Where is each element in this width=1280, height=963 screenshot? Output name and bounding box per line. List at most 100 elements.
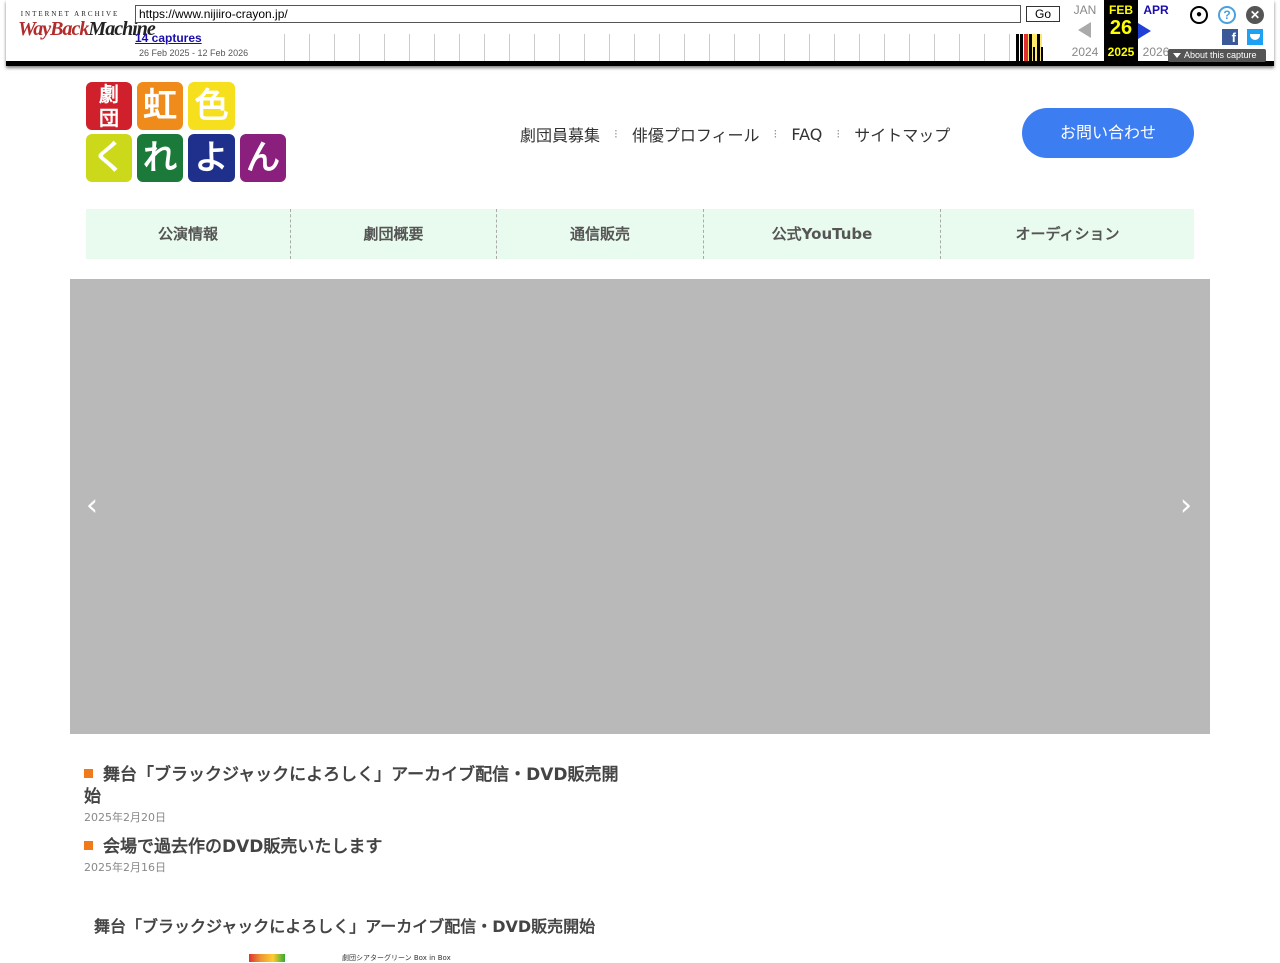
- gnav-performances[interactable]: 公演情報: [86, 209, 291, 259]
- gnav-about[interactable]: 劇団概要: [291, 209, 497, 259]
- sparkline-column: [609, 34, 634, 61]
- article-thumbnail[interactable]: [249, 954, 285, 962]
- sparkline-column: [934, 34, 959, 61]
- prev-month-label: JAN: [1073, 3, 1097, 17]
- logo-tile-yellow: 色: [188, 82, 235, 130]
- sparkline-column: [784, 34, 809, 61]
- global-nav: 公演情報 劇団概要 通信販売 公式YouTube オーディション: [86, 209, 1194, 259]
- news-title: 会場で過去作のDVD販売いたします: [84, 836, 624, 858]
- news-bullet-icon: [84, 769, 93, 778]
- sparkline-column: [309, 34, 334, 61]
- sparkline-column: [584, 34, 609, 61]
- sparkline-capture-bar: [1024, 34, 1028, 61]
- sparkline-column: [434, 34, 459, 61]
- news-title: 舞台「ブラックジャックによろしく」アーカイブ配信・DVD販売開始: [84, 764, 624, 808]
- wayback-go-button[interactable]: Go: [1026, 6, 1060, 22]
- logo-char-1: 劇: [99, 82, 119, 106]
- logo-tile-lime: く: [86, 134, 132, 182]
- twitter-icon[interactable]: [1247, 29, 1263, 45]
- top-nav-faq[interactable]: FAQ: [791, 125, 822, 144]
- sparkline-column: [559, 34, 584, 61]
- current-year-label: 2025: [1107, 45, 1135, 59]
- news-item[interactable]: 会場で過去作のDVD販売いたします 2025年2月16日: [84, 836, 624, 875]
- wayback-sparkline[interactable]: [284, 34, 1059, 61]
- sparkline-column: [284, 34, 309, 61]
- wayback-logo-way: WayBack: [18, 18, 89, 40]
- wayback-captures-link[interactable]: 14 captures: [135, 31, 202, 45]
- wayback-toolbar: INTERNET ARCHIVE WayBackMachine https://…: [6, 0, 1274, 66]
- sparkline-column: [459, 34, 484, 61]
- facebook-icon[interactable]: f: [1222, 29, 1238, 45]
- sparkline-column: [484, 34, 509, 61]
- close-icon[interactable]: ✕: [1246, 6, 1264, 24]
- user-icon[interactable]: ●: [1190, 6, 1208, 24]
- top-nav: 劇団員募集 ⁝ 俳優プロフィール ⁝ FAQ ⁝ サイトマップ: [520, 122, 950, 146]
- slider-next-icon[interactable]: ›: [1180, 491, 1192, 521]
- help-icon[interactable]: ?: [1218, 6, 1236, 24]
- sparkline-column: [759, 34, 784, 61]
- logo-tile-green: れ: [137, 134, 183, 182]
- news-item[interactable]: 舞台「ブラックジャックによろしく」アーカイブ配信・DVD販売開始 2025年2月…: [84, 764, 624, 825]
- top-nav-separator: ⁝: [773, 127, 778, 141]
- logo-tile-purple: ん: [240, 134, 286, 182]
- about-capture-button[interactable]: About this capture: [1168, 49, 1266, 62]
- sparkline-column: [534, 34, 559, 61]
- gnav-shop[interactable]: 通信販売: [497, 209, 704, 259]
- site-logo[interactable]: 劇団 虹 色 く れ よ ん: [86, 82, 286, 182]
- wayback-url-input[interactable]: https://www.nijiiro-crayon.jp/: [135, 5, 1021, 23]
- sparkline-column: [809, 34, 834, 61]
- article-thumbnail-caption: 劇団シアターグリーン Box in Box: [342, 954, 451, 962]
- contact-button[interactable]: お問い合わせ: [1022, 108, 1194, 158]
- top-nav-separator: ⁝: [836, 127, 841, 141]
- next-month-label: APR: [1143, 3, 1169, 17]
- news-title-text: 舞台「ブラックジャックによろしく」アーカイブ配信・DVD販売開始: [84, 765, 619, 807]
- news-date: 2025年2月16日: [84, 861, 166, 874]
- current-day-label: 26: [1109, 17, 1133, 39]
- sparkline-capture-bar: [1041, 47, 1043, 61]
- prev-month[interactable]: JAN 2024: [1068, 0, 1102, 62]
- article-title[interactable]: 舞台「ブラックジャックによろしく」アーカイブ配信・DVD販売開始: [94, 913, 595, 937]
- sparkline-capture-bar: [1020, 34, 1023, 61]
- logo-tile-orange: 虹: [137, 82, 183, 130]
- sparkline-column: [659, 34, 684, 61]
- current-month: FEB 26 2025: [1104, 0, 1138, 62]
- sparkline-column: [384, 34, 409, 61]
- wayback-date-range: 26 Feb 2025 - 12 Feb 2026: [139, 48, 249, 58]
- prev-year-label: 2024: [1071, 45, 1099, 59]
- top-nav-recruit[interactable]: 劇団員募集: [520, 122, 600, 146]
- sparkline-column: [859, 34, 884, 61]
- wayback-logo-top: INTERNET ARCHIVE: [20, 10, 120, 18]
- sparkline-column: [409, 34, 434, 61]
- sparkline-capture-bar: [1033, 47, 1035, 61]
- slider-prev-icon[interactable]: ‹: [86, 491, 98, 521]
- top-nav-sitemap[interactable]: サイトマップ: [854, 122, 950, 146]
- gnav-audition[interactable]: オーディション: [941, 209, 1194, 259]
- hero-slider: ‹ ›: [70, 279, 1210, 734]
- sparkline-capture-bar: [1016, 34, 1019, 61]
- wayback-logo[interactable]: INTERNET ARCHIVE WayBackMachine: [18, 10, 156, 40]
- news-bullet-icon: [84, 841, 93, 850]
- sparkline-capture-bar: [1037, 34, 1040, 61]
- sparkline-column: [909, 34, 934, 61]
- top-nav-profiles[interactable]: 俳優プロフィール: [632, 122, 760, 146]
- sparkline-column: [684, 34, 709, 61]
- wayback-month-nav: JAN 2024 FEB 26 2025 APR 2026: [1060, 0, 1180, 62]
- logo-char-2: 団: [99, 106, 119, 130]
- sparkline-column: [984, 34, 1009, 61]
- logo-tile-blue: よ: [188, 134, 235, 182]
- news-date: 2025年2月20日: [84, 811, 166, 824]
- sparkline-column: [959, 34, 984, 61]
- gnav-youtube[interactable]: 公式YouTube: [704, 209, 941, 259]
- sparkline-column: [509, 34, 534, 61]
- news-title-text: 会場で過去作のDVD販売いたします: [103, 837, 383, 857]
- logo-tile-red: 劇団: [86, 82, 132, 130]
- sparkline-column: [834, 34, 859, 61]
- sparkline-capture-bar: [1029, 34, 1032, 61]
- sparkline-column: [634, 34, 659, 61]
- sparkline-column: [359, 34, 384, 61]
- sparkline-column: [734, 34, 759, 61]
- sparkline-column: [709, 34, 734, 61]
- wayback-logo-wordmark: WayBackMachine: [18, 18, 156, 40]
- sparkline-column: [334, 34, 359, 61]
- top-nav-separator: ⁝: [614, 127, 618, 141]
